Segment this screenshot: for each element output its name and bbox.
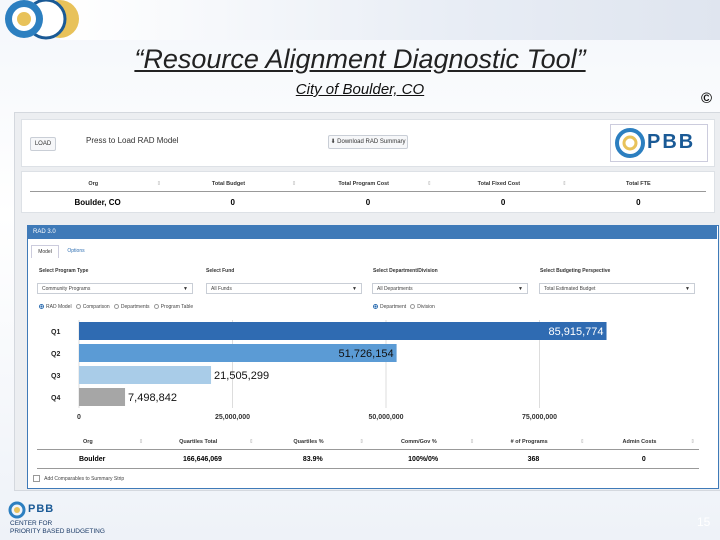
cpbb-logo-circles (5, 0, 79, 40)
summary-cell-budget: 0 (230, 197, 235, 207)
chart-value-label: 7,498,842 (128, 392, 177, 404)
quartile-header-pct[interactable]: Quartiles % ⇕ (257, 435, 368, 450)
chart-category-label: Q4 (51, 395, 60, 402)
press-to-load-label: Press to Load RAD Model (86, 136, 179, 145)
rad-app-screenshot: LOAD Press to Load RAD Model ⬇ Download … (14, 112, 720, 491)
quartile-header-org[interactable]: Org ⇕ (37, 435, 148, 450)
radio-departments[interactable]: Departments (113, 304, 150, 310)
radio-department[interactable]: Department (373, 304, 406, 310)
tab-options[interactable]: Options (61, 245, 91, 257)
perspective-select[interactable]: Total Estimated Budget ▼ (539, 283, 695, 294)
department-label: Select Department/Division (373, 268, 438, 274)
program-type-label: Select Program Type (39, 268, 89, 274)
chart-value-label: 51,726,154 (339, 348, 394, 360)
footer-brand-text: PBB (28, 503, 55, 515)
page-number: 15 (697, 515, 711, 529)
chart-category-label: Q1 (51, 329, 60, 336)
footer-org-line2: PRIORITY BASED BUDGETING (10, 528, 105, 535)
summary-header-budget[interactable]: Total Budget ⇕ (165, 177, 301, 192)
summary-cell-program-cost: 0 (365, 197, 371, 207)
summary-row: Boulder, CO 0 0 0 0 (30, 192, 706, 213)
summary-table: Org ⇕ Total Budget ⇕ Total Program Cost ⇕ T… (30, 177, 706, 212)
download-summary-label: Download RAD Summary (337, 139, 406, 145)
chevron-down-icon: ▼ (685, 286, 690, 292)
chevron-down-icon: ▼ (183, 286, 188, 292)
view-radio-group: RAD Model Comparison Departments Program… (39, 304, 193, 310)
load-button[interactable]: LOAD (30, 137, 56, 151)
summary-cell-fte: 0 (636, 197, 641, 207)
quartile-cell-pct: 83.9% (257, 449, 368, 469)
chart-xtick-label: 50,000,000 (368, 414, 403, 421)
download-icon: ⬇ (330, 139, 336, 145)
chevron-down-icon: ▼ (518, 286, 523, 292)
fund-select[interactable]: All Funds ▼ (206, 283, 362, 294)
quartile-header-programs[interactable]: # of Programs ⇕ (478, 435, 589, 450)
summary-header-org[interactable]: Org ⇕ (30, 177, 166, 192)
quartile-header-admin[interactable]: Admin Costs ⇕ (588, 435, 699, 450)
program-type-value: Community Programs (42, 286, 91, 292)
quartile-cell-org: Boulder (37, 449, 148, 469)
slide-title: “Resource Alignment Diagnostic Tool” (134, 44, 586, 74)
rad-panel-title: RAD 3.0 (27, 225, 717, 239)
chart-xtick-label: 0 (77, 414, 81, 421)
quartile-cell-total: 166,646,069 (147, 449, 258, 469)
comparables-checkbox-row[interactable]: Add Comparables to Summary Strip (33, 475, 124, 482)
summary-card: Org ⇕ Total Budget ⇕ Total Program Cost ⇕ T… (21, 171, 715, 213)
slide-subtitle: City of Boulder, CO (295, 81, 425, 98)
chart-category-label: Q2 (51, 351, 60, 358)
department-value: All Departments (377, 286, 413, 292)
quartile-table: Org ⇕ Quartiles Total ⇕ Quartiles % ⇕ Comm/… (37, 435, 699, 469)
quartile-row: Boulder 166,646,069 83.9% 100%/0% 368 0 (37, 449, 699, 469)
level-radio-group: Department Division (373, 304, 435, 310)
toolbar-card: LOAD Press to Load RAD Model ⬇ Download … (21, 119, 715, 167)
perspective-label: Select Budgeting Perspective (540, 268, 611, 274)
radio-rad-model[interactable]: RAD Model (39, 304, 72, 310)
chart-bar-q4 (79, 388, 126, 406)
chart-xtick-label: 75,000,000 (522, 414, 557, 421)
pbb-brand-logo: PBB (610, 124, 708, 162)
footer-logo-icon (8, 501, 26, 519)
pbb-logo-icon (615, 128, 645, 158)
fund-value: All Funds (211, 286, 232, 292)
summary-cell-org: Boulder, CO (74, 197, 121, 207)
fund-label: Select Fund (206, 268, 235, 274)
chart-xtick-label: 25,000,000 (215, 414, 250, 421)
summary-header-fixed-cost[interactable]: Total Fixed Cost ⇕ (435, 177, 571, 192)
perspective-value: Total Estimated Budget (544, 286, 596, 292)
download-summary-button[interactable]: ⬇ Download RAD Summary (328, 135, 408, 149)
copyright-symbol: © (701, 90, 713, 107)
quartile-header-commgov[interactable]: Comm/Gov % ⇕ (367, 435, 479, 450)
department-select[interactable]: All Departments ▼ (372, 283, 528, 294)
quartile-header-total[interactable]: Quartiles Total ⇕ (147, 435, 258, 450)
quartile-cell-admin: 0 (588, 449, 699, 469)
radio-program-table[interactable]: Program Table (153, 304, 193, 310)
footer-org-line1: CENTER FOR (10, 520, 53, 527)
comparables-checkbox[interactable] (33, 475, 40, 482)
program-type-select[interactable]: Community Programs ▼ (37, 283, 193, 294)
chevron-down-icon: ▼ (352, 286, 357, 292)
tab-model[interactable]: Model (31, 245, 59, 258)
chart-value-label: 85,915,774 (548, 326, 603, 338)
summary-header-program-cost[interactable]: Total Program Cost ⇕ (300, 177, 436, 192)
summary-cell-fixed-cost: 0 (500, 197, 506, 207)
chart-bar-q3 (79, 366, 212, 384)
pbb-brand-text: PBB (647, 131, 696, 153)
quartile-cell-programs: 368 (478, 449, 589, 469)
chart-value-label: 21,505,299 (214, 370, 269, 382)
quartile-cell-commgov: 100%/0% (367, 449, 479, 469)
chart-category-label: Q3 (51, 373, 60, 380)
chart-bar-q1 (79, 322, 607, 340)
header-band (60, 0, 720, 40)
radio-comparison[interactable]: Comparison (75, 304, 110, 310)
summary-header-fte[interactable]: Total FTE (570, 177, 706, 192)
quartile-bar-chart: 0 25,000,000 50,000,000 75,000,000 Q1 85,915,… (51, 320, 693, 421)
radio-division[interactable]: Division (410, 304, 435, 310)
comparables-checkbox-label: Add Comparables to Summary Strip (44, 475, 125, 482)
